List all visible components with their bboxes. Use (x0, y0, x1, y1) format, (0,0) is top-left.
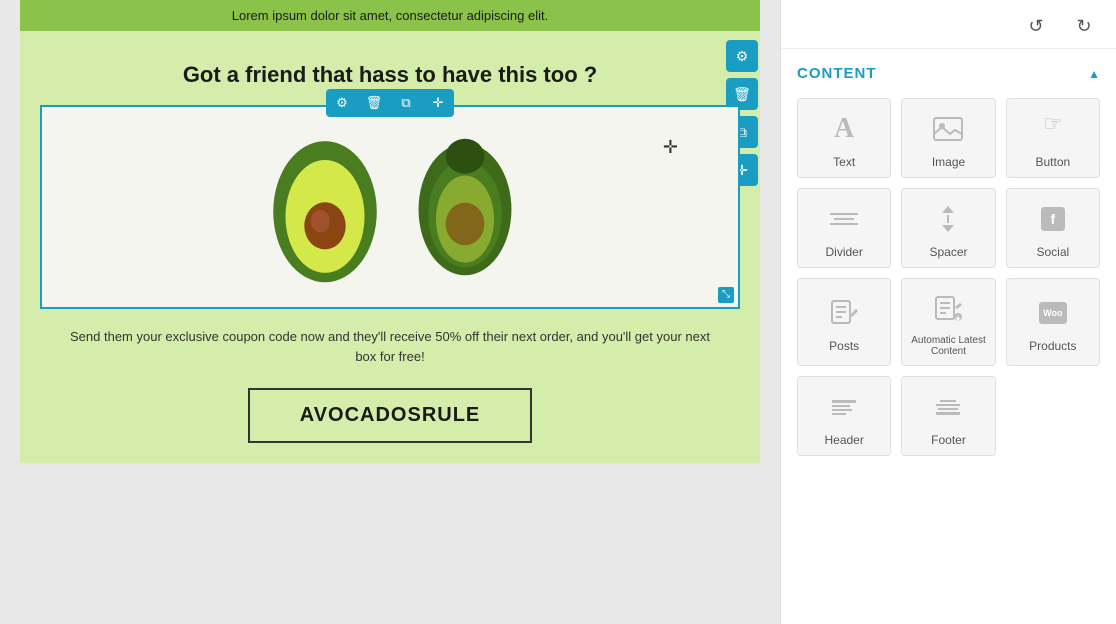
button-icon: ☞ (1038, 111, 1068, 147)
image-icon (933, 111, 963, 147)
top-bar: Lorem ipsum dolor sit amet, consectetur … (20, 0, 760, 31)
plus-cursor: ✛ (663, 137, 678, 158)
image-delete-btn[interactable]: 🗑 (358, 89, 390, 117)
spacer-icon (942, 201, 954, 237)
posts-icon (830, 295, 858, 331)
header-label: Header (824, 433, 863, 447)
svg-text:★: ★ (955, 315, 962, 323)
coupon-btn-wrapper: AVOCADOSRULE (20, 378, 760, 463)
header-icon (832, 389, 856, 425)
undo-btn[interactable]: ↺ (1020, 10, 1052, 42)
content-item-image[interactable]: Image (901, 98, 995, 178)
footer-icon (936, 389, 960, 425)
avocado-image (42, 107, 738, 307)
promo-text: Send them your exclusive coupon code now… (20, 309, 760, 379)
avocado-left (260, 127, 390, 287)
button-label: Button (1035, 155, 1070, 169)
divider-icon (830, 201, 858, 237)
content-item-divider[interactable]: Divider (797, 188, 891, 268)
divider-label: Divider (825, 245, 862, 259)
sidebar: ↺ ↻ CONTENT ▲ A Text (780, 0, 1116, 624)
image-block[interactable]: ⚙ 🗑 ⧉ ✛ ✛ (40, 105, 740, 309)
alc-label: Automatic Latest Content (908, 335, 988, 357)
content-item-posts[interactable]: Posts (797, 278, 891, 366)
spacer-label: Spacer (929, 245, 967, 259)
alc-icon: ★ (934, 291, 962, 327)
editor-panel: Lorem ipsum dolor sit amet, consectetur … (0, 0, 780, 624)
image-duplicate-btn[interactable]: ⧉ (390, 89, 422, 117)
posts-label: Posts (829, 339, 859, 353)
content-item-button[interactable]: ☞ Button (1006, 98, 1100, 178)
social-icon: f (1041, 201, 1065, 237)
image-settings-btn[interactable]: ⚙ (326, 89, 358, 117)
resize-handle[interactable]: ⤡ (718, 287, 734, 303)
social-label: Social (1036, 245, 1069, 259)
content-grid: A Text Image ☞ (797, 98, 1100, 456)
coupon-button[interactable]: AVOCADOSRULE (248, 388, 533, 443)
image-label: Image (932, 155, 965, 169)
content-item-products[interactable]: Woo Products (1006, 278, 1100, 366)
content-item-text[interactable]: A Text (797, 98, 891, 178)
products-icon: Woo (1039, 295, 1067, 331)
redo-btn[interactable]: ↻ (1068, 10, 1100, 42)
footer-label: Footer (931, 433, 966, 447)
top-bar-text: Lorem ipsum dolor sit amet, consectetur … (232, 8, 548, 23)
content-item-footer[interactable]: Footer (901, 376, 995, 456)
image-block-toolbar: ⚙ 🗑 ⧉ ✛ (326, 89, 454, 117)
svg-text:☞: ☞ (1043, 115, 1063, 136)
heading-text: Got a friend that hass to have this too … (60, 61, 720, 90)
content-item-social[interactable]: f Social (1006, 188, 1100, 268)
editor-canvas: Lorem ipsum dolor sit amet, consectetur … (20, 0, 760, 463)
content-panel-header: CONTENT ▲ (797, 65, 1100, 82)
text-icon: A (834, 111, 854, 147)
avocado-right (410, 132, 520, 282)
products-label: Products (1029, 339, 1076, 353)
panel-toggle-arrow[interactable]: ▲ (1088, 67, 1100, 81)
undo-redo-bar: ↺ ↻ (781, 0, 1116, 49)
content-panel-title: CONTENT (797, 65, 877, 82)
sidebar-content: CONTENT ▲ A Text I (781, 49, 1116, 624)
content-item-alc[interactable]: ★ Automatic Latest Content (901, 278, 995, 366)
content-item-spacer[interactable]: Spacer (901, 188, 995, 268)
text-label: Text (833, 155, 855, 169)
image-move-btn[interactable]: ✛ (422, 89, 454, 117)
content-item-header[interactable]: Header (797, 376, 891, 456)
